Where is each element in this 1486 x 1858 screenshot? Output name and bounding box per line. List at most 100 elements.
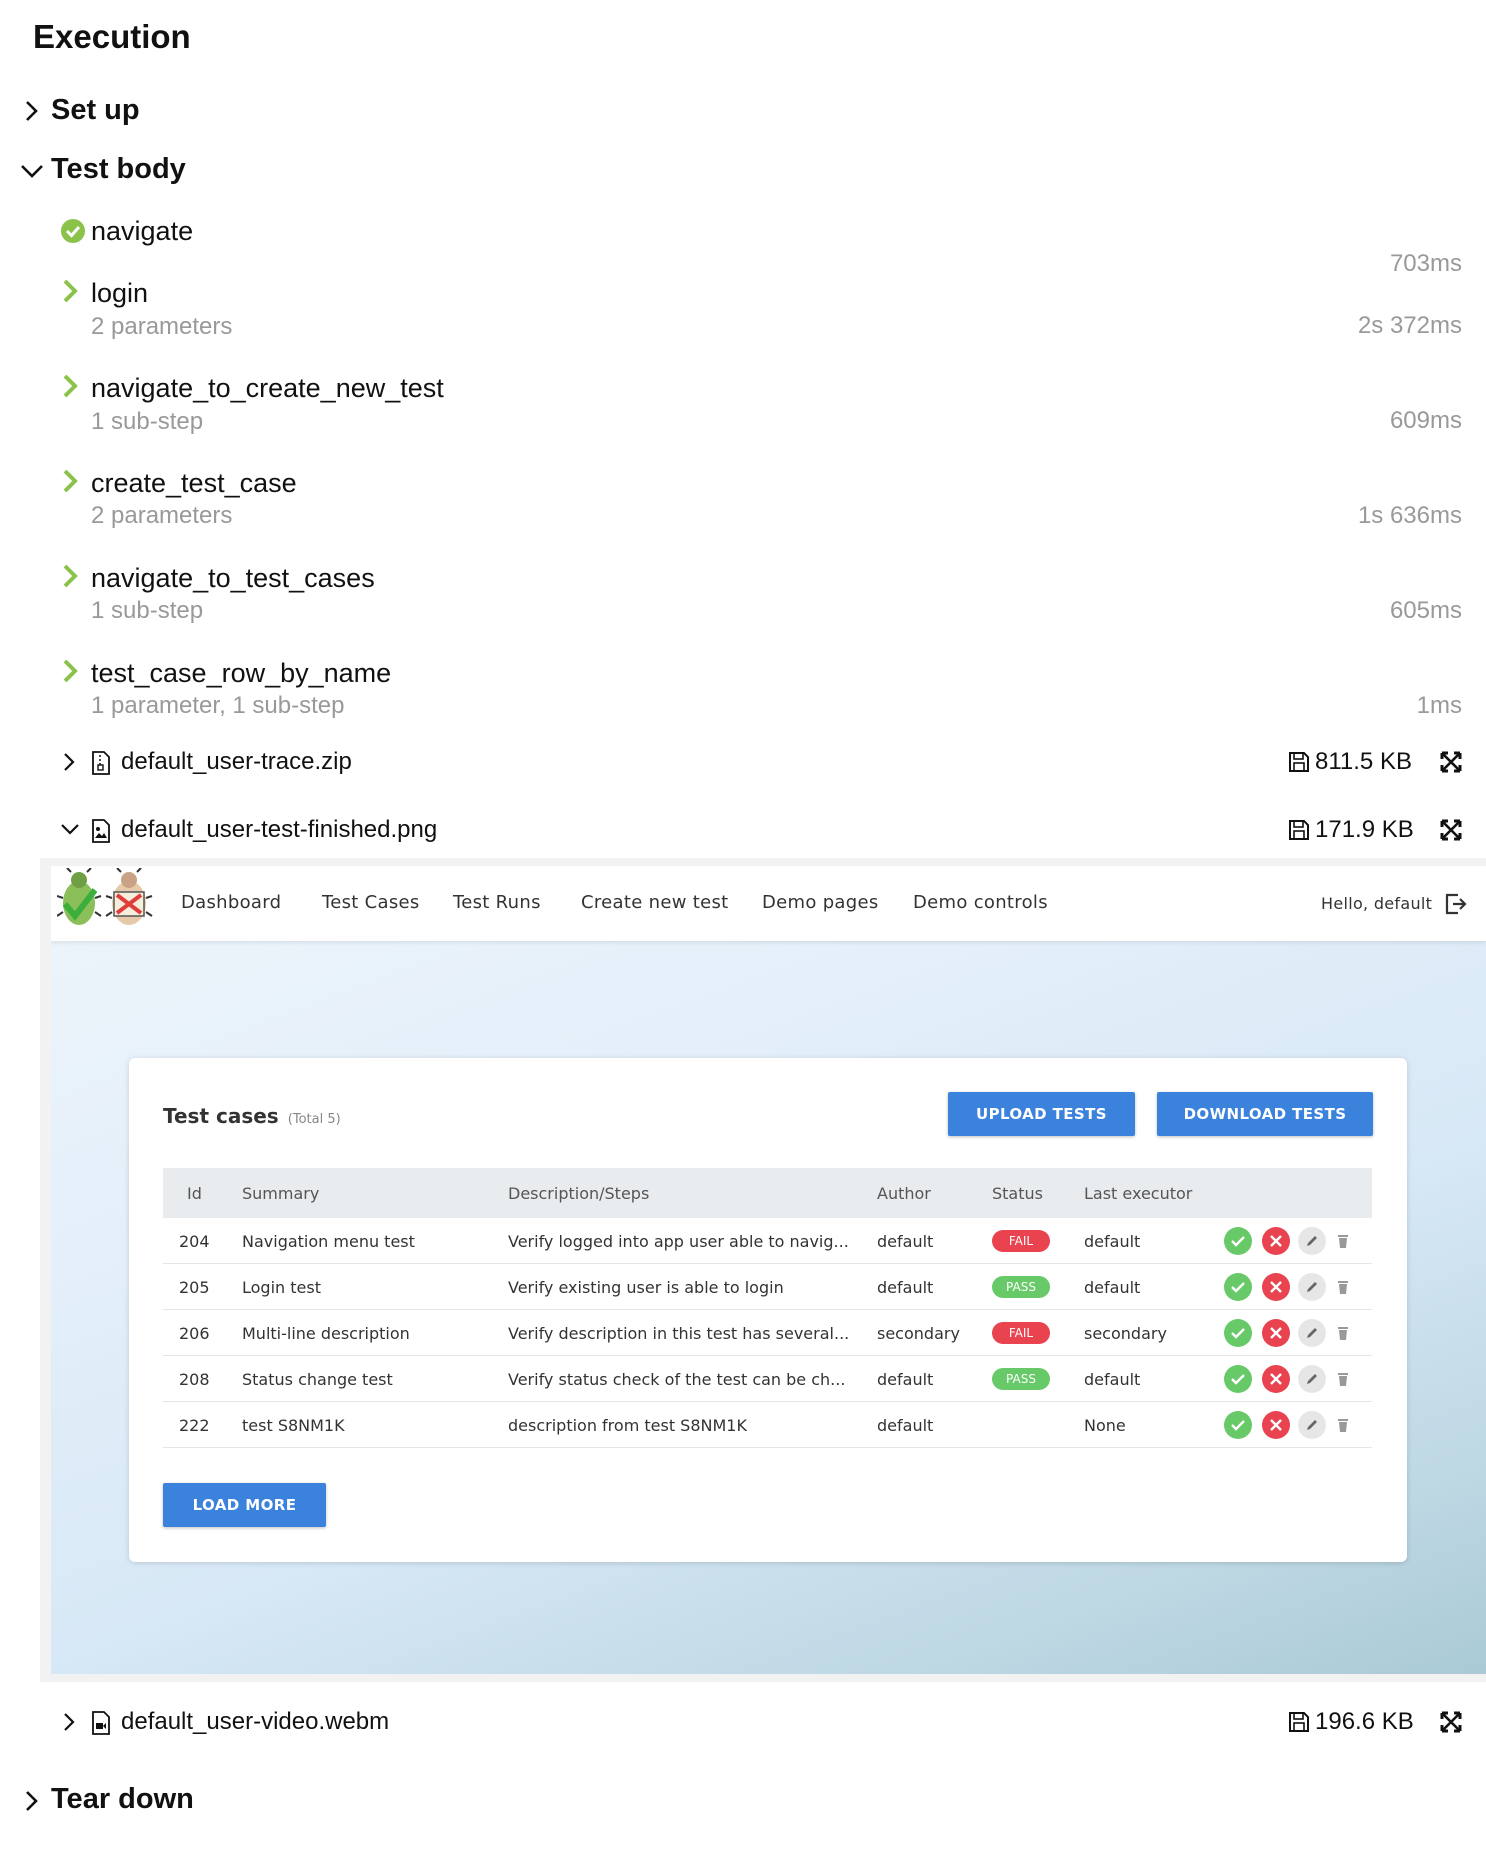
- upload-tests-button[interactable]: UPLOAD TESTS: [948, 1092, 1135, 1136]
- column-header[interactable]: Status: [992, 1184, 1043, 1203]
- cell-id: 205: [179, 1278, 210, 1297]
- mark-fail-icon[interactable]: [1262, 1411, 1290, 1439]
- chevron-right-icon: [63, 469, 78, 493]
- step-duration: 1s 636ms: [1357, 502, 1462, 529]
- step-duration: 2s 372ms: [1357, 312, 1462, 339]
- bug-logo-icon: [57, 868, 153, 925]
- edit-icon[interactable]: [1298, 1227, 1326, 1255]
- expand-icon[interactable]: [1440, 819, 1462, 841]
- cell-author: default: [877, 1278, 934, 1297]
- step-title: navigate_to_create_new_test: [91, 373, 444, 403]
- mark-fail-icon[interactable]: [1262, 1319, 1290, 1347]
- step-duration: 1ms: [1416, 692, 1462, 719]
- mark-pass-icon[interactable]: [1224, 1365, 1252, 1393]
- cell-author: default: [877, 1370, 934, 1389]
- step-subtitle: 1 sub-step: [91, 597, 204, 624]
- step-subtitle: 2 parameters: [91, 313, 233, 340]
- mark-pass-icon[interactable]: [1224, 1319, 1252, 1347]
- chevron-right-icon: [63, 564, 78, 588]
- attachment-size: 196.6 KB: [1315, 1708, 1414, 1735]
- mark-fail-icon[interactable]: [1262, 1273, 1290, 1301]
- setup-label: Set up: [51, 94, 140, 126]
- table-row[interactable]: 222 test S8NM1K description from test S8…: [163, 1402, 1372, 1448]
- mark-pass-icon[interactable]: [1224, 1411, 1252, 1439]
- mark-fail-icon[interactable]: [1262, 1227, 1290, 1255]
- status-badge: FAIL: [992, 1230, 1050, 1252]
- chevron-down-icon: [21, 165, 43, 178]
- cell-summary: Login test: [242, 1278, 321, 1297]
- chevron-right-icon: [26, 1791, 38, 1811]
- table-header: Id Summary Description/Steps Author Stat…: [163, 1168, 1372, 1218]
- nav-link-test-runs[interactable]: Test Runs: [453, 892, 541, 913]
- column-header[interactable]: Summary: [242, 1184, 319, 1203]
- file-archive-icon: [92, 751, 110, 775]
- attachment-video-webm[interactable]: default_user-video.webm 196.6 KB: [62, 1708, 1462, 1738]
- nav-link-create-new-test[interactable]: Create new test: [581, 892, 729, 913]
- chevron-right-icon: [63, 279, 78, 303]
- chevron-right-icon: [64, 1713, 75, 1731]
- delete-icon[interactable]: [1329, 1273, 1357, 1301]
- card-total: (Total 5): [287, 1112, 341, 1127]
- nav-link-test-cases[interactable]: Test Cases: [322, 892, 420, 913]
- attachment-size: 171.9 KB: [1315, 816, 1414, 843]
- step-subtitle: 2 parameters: [91, 502, 233, 529]
- mark-fail-icon[interactable]: [1262, 1365, 1290, 1393]
- expand-icon[interactable]: [1440, 751, 1462, 773]
- attachment-size: 811.5 KB: [1315, 748, 1412, 775]
- cell-description: Verify status check of the test can be c…: [508, 1370, 846, 1389]
- file-video-icon: [92, 1711, 110, 1735]
- attachment-test-finished-png[interactable]: default_user-test-finished.png 171.9 KB: [61, 816, 1462, 846]
- edit-icon[interactable]: [1298, 1319, 1326, 1347]
- step-duration: 605ms: [1389, 597, 1462, 624]
- step-duration: 703ms: [1389, 250, 1462, 277]
- column-header[interactable]: Id: [187, 1184, 202, 1203]
- logout-icon[interactable]: [1444, 892, 1468, 916]
- nav-link-demo-pages[interactable]: Demo pages: [762, 892, 879, 913]
- cell-author: default: [877, 1232, 934, 1251]
- nav-link-dashboard[interactable]: Dashboard: [181, 892, 281, 913]
- mark-pass-icon[interactable]: [1224, 1273, 1252, 1301]
- cell-summary: Status change test: [242, 1370, 393, 1389]
- cell-summary: Navigation menu test: [242, 1232, 415, 1251]
- column-header[interactable]: Last executor: [1084, 1184, 1192, 1203]
- cell-description: Verify logged into app user able to navi…: [508, 1232, 849, 1251]
- delete-icon[interactable]: [1329, 1411, 1357, 1439]
- cell-author: default: [877, 1416, 934, 1435]
- step-title: navigate: [91, 216, 194, 246]
- floppy-disk-icon: [1289, 1712, 1309, 1732]
- table-row[interactable]: 204 Navigation menu test Verify logged i…: [163, 1218, 1372, 1264]
- attachment-trace-zip[interactable]: default_user-trace.zip 811.5 KB: [62, 748, 1462, 778]
- delete-icon[interactable]: [1329, 1365, 1357, 1393]
- step-title: login: [91, 278, 149, 308]
- expand-icon[interactable]: [1440, 1711, 1462, 1733]
- download-tests-button[interactable]: DOWNLOAD TESTS: [1157, 1092, 1373, 1136]
- attachment-name: default_user-video.webm: [121, 1708, 390, 1735]
- load-more-button[interactable]: LOAD MORE: [163, 1483, 326, 1527]
- edit-icon[interactable]: [1298, 1411, 1326, 1439]
- chevron-right-icon: [64, 753, 75, 771]
- step-subtitle: 1 parameter, 1 sub-step: [91, 692, 345, 719]
- mark-pass-icon[interactable]: [1224, 1227, 1252, 1255]
- user-greeting: Hello, default: [1321, 894, 1433, 913]
- test-cases-card: Test cases (Total 5) UPLOAD TESTS DOWNLO…: [129, 1058, 1407, 1562]
- step-duration: 609ms: [1389, 407, 1462, 434]
- delete-icon[interactable]: [1329, 1319, 1357, 1347]
- table-row[interactable]: 206 Multi-line description Verify descri…: [163, 1310, 1372, 1356]
- cell-summary: Multi-line description: [242, 1324, 410, 1343]
- edit-icon[interactable]: [1298, 1273, 1326, 1301]
- teardown-label: Tear down: [51, 1783, 194, 1815]
- table-row[interactable]: 205 Login test Verify existing user is a…: [163, 1264, 1372, 1310]
- page-title: Execution: [33, 18, 191, 55]
- edit-icon[interactable]: [1298, 1365, 1326, 1393]
- column-header[interactable]: Author: [877, 1184, 931, 1203]
- cell-executor: default: [1084, 1370, 1141, 1389]
- nav-link-demo-controls[interactable]: Demo controls: [913, 892, 1048, 913]
- delete-icon[interactable]: [1329, 1227, 1357, 1255]
- chevron-right-icon: [63, 374, 78, 398]
- card-title: Test cases: [163, 1104, 279, 1128]
- cell-id: 222: [179, 1416, 210, 1435]
- status-badge: PASS: [992, 1368, 1050, 1390]
- cell-executor: None: [1084, 1416, 1126, 1435]
- column-header[interactable]: Description/Steps: [508, 1184, 649, 1203]
- table-row[interactable]: 208 Status change test Verify status che…: [163, 1356, 1372, 1402]
